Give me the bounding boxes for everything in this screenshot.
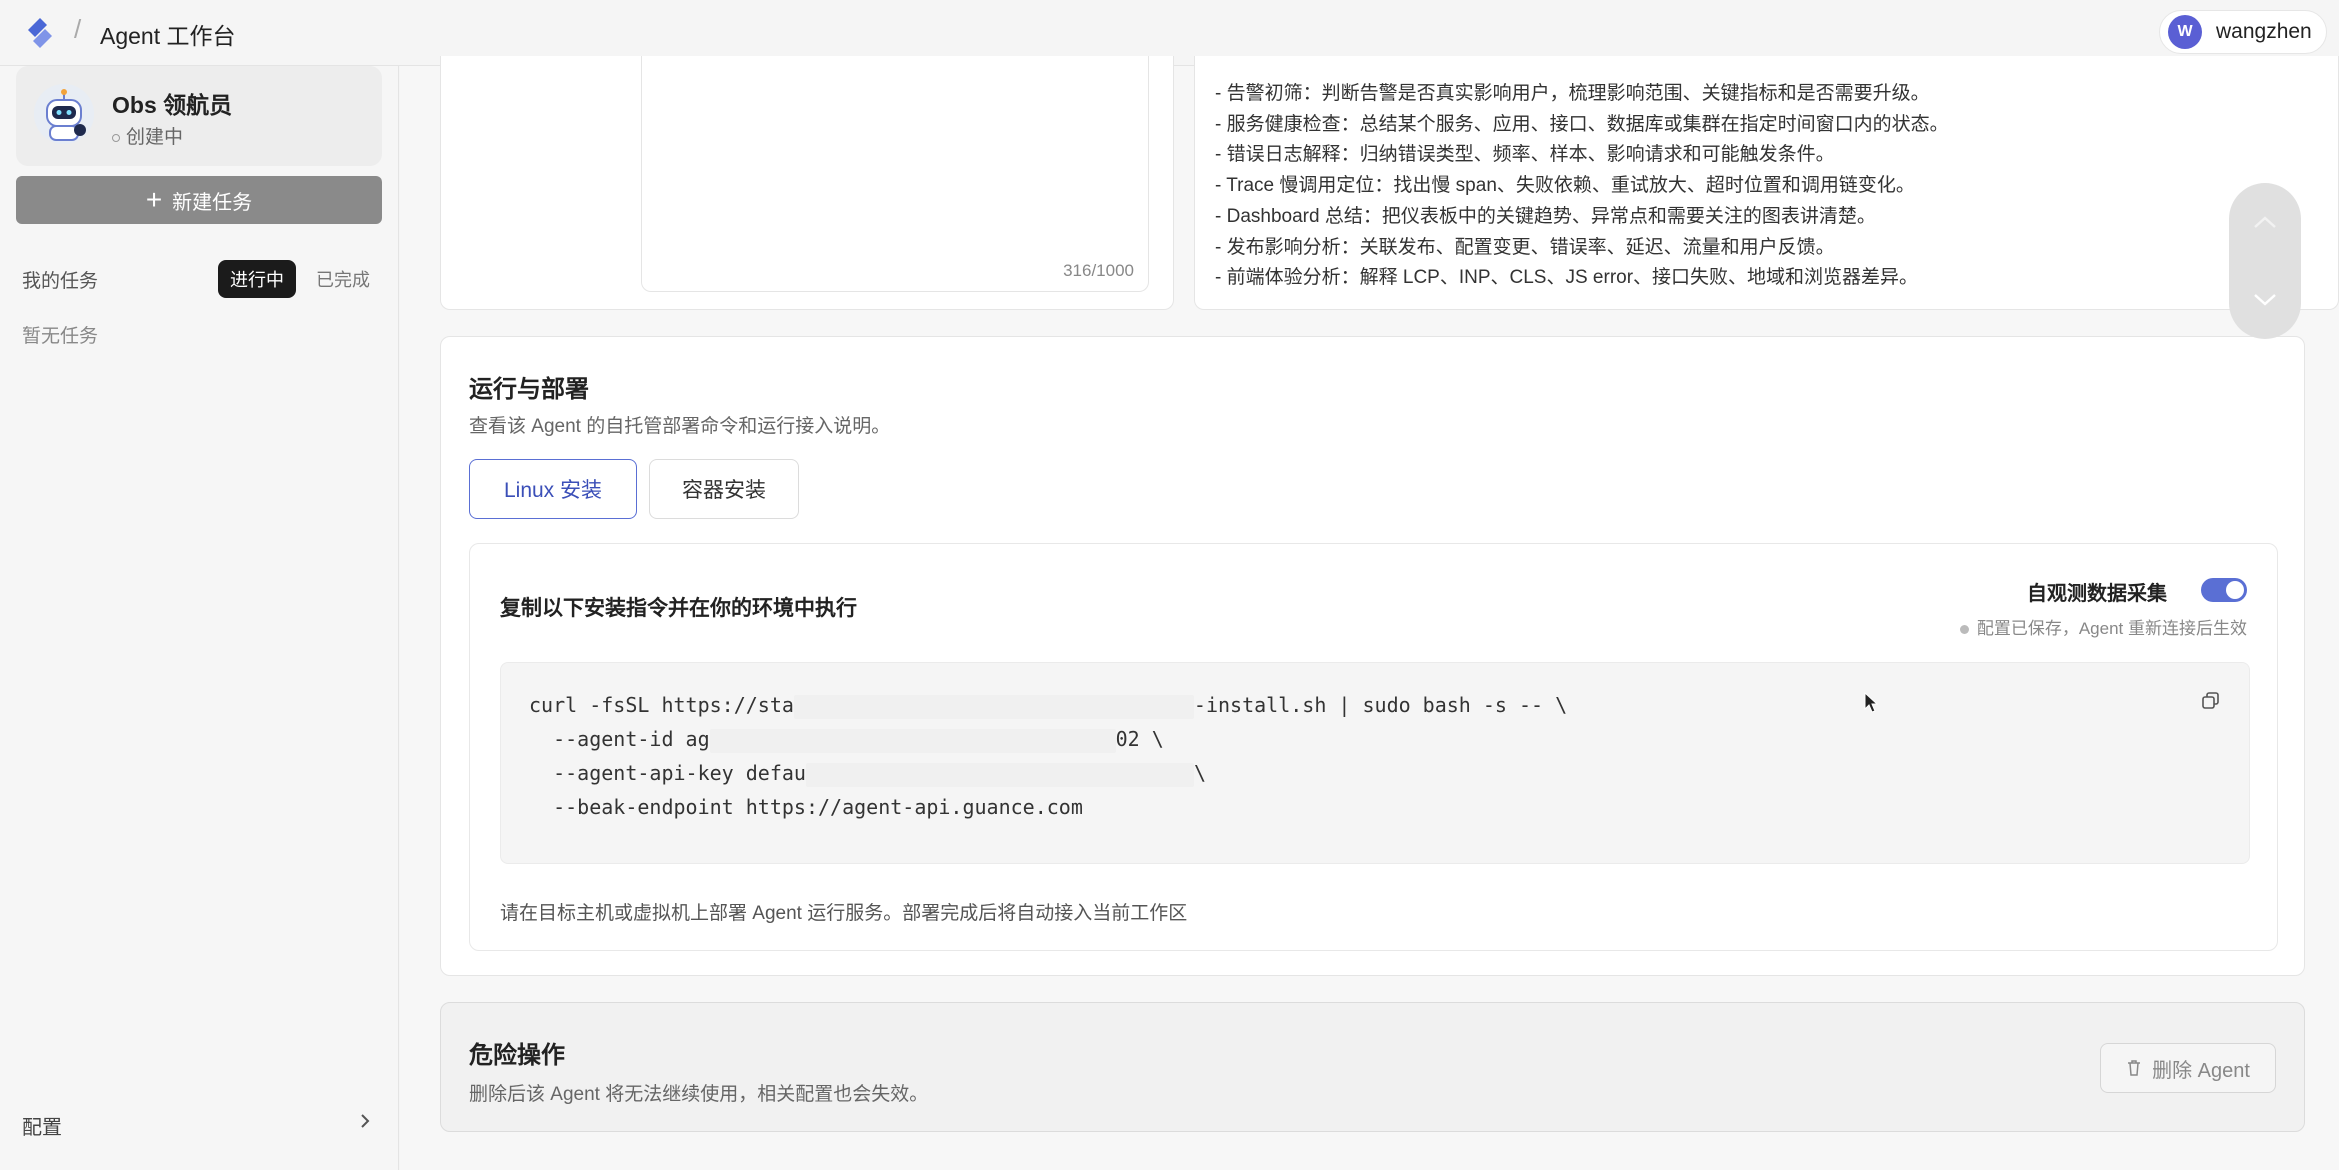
page-title: Agent 工作台 [100,23,236,49]
prompt-textarea[interactable]: 316/1000 [641,56,1149,292]
agent-card[interactable]: Obs 领航员 创建中 [16,66,382,166]
chevron-right-icon [361,1114,370,1128]
scroll-control [2229,183,2301,339]
capabilities-panel: - 告警初筛：判断告警是否真实影响用户，梳理影响范围、关键指标和是否需要升级。 … [1194,56,2339,310]
list-item: - 错误日志解释：归纳错误类型、频率、样本、影响请求和可能触发条件。 [1215,144,1835,166]
avatar: W [2168,15,2202,49]
list-item: - 发布影响分析：关联发布、配置变更、错误率、延迟、流量和用户反馈。 [1215,236,1835,258]
chevron-down-icon [2254,294,2276,306]
config-label: 配置 [22,1117,62,1139]
sidebar: Obs 领航员 创建中 + 新建任务 我的任务 进行中 已完成 暂无任务 配置 [0,66,399,1170]
list-item: - 服务健康检查：总结某个服务、应用、接口、数据库或集群在指定时间窗口内的状态。 [1215,113,1949,135]
tab-container-install[interactable]: 容器安装 [649,459,799,519]
redacted-block [793,694,1194,719]
code-line: --agent-api-key defau \ [529,761,1206,787]
code-text: \ [1193,761,1206,785]
code-text: curl -fsSL https://sta [529,693,794,717]
breadcrumb-separator: / [74,14,82,44]
copy-icon[interactable] [2201,691,2221,711]
section-title: 运行与部署 [469,376,589,403]
code-line: curl -fsSL https://sta -install.sh | sudo… [529,693,1567,719]
tab-linux-install[interactable]: Linux 安装 [469,459,637,519]
chevron-up-icon [2254,216,2276,228]
code-text: 02 \ [1115,727,1164,751]
redacted-block [805,762,1194,787]
toggle-label: 自观测数据采集 [2027,583,2167,605]
robot-avatar-icon [34,84,94,144]
main-content: 316/1000 - 告警初筛：判断告警是否真实影响用户，梳理影响范围、关键指标… [400,56,2339,1170]
code-text: -install.sh | sudo bash -s -- \ [1193,693,1568,717]
status-dot-icon [1959,625,1969,635]
deploy-section: 运行与部署 查看该 Agent 的自托管部署命令和运行接入说明。 Linux 安… [440,336,2305,976]
danger-title: 危险操作 [469,1042,565,1069]
new-task-button[interactable]: + 新建任务 [16,176,382,224]
scroll-down-button[interactable] [2229,261,2301,339]
user-name: wangzhen [2216,20,2312,43]
tab-in-progress[interactable]: 进行中 [218,260,296,298]
code-block[interactable]: curl -fsSL https://sta -install.sh | sudo… [500,662,2250,864]
self-observe-toggle[interactable] [2201,578,2247,602]
list-item: - 前端体验分析：解释 LCP、INP、CLS、JS error、接口失败、地域… [1215,267,1919,289]
my-tasks-label: 我的任务 [22,271,99,292]
code-line: --beak-endpoint https://agent-api.guance… [529,795,1083,819]
delete-agent-button[interactable]: 删除 Agent [2100,1043,2276,1093]
list-item: - 告警初筛：判断告警是否真实影响用户，梳理影响范围、关键指标和是否需要升级。 [1215,83,1930,104]
list-item: - Trace 慢调用定位：找出慢 span、失败依赖、重试放大、超时位置和调用… [1215,175,1915,197]
mouse-cursor-icon [1864,692,1879,713]
capabilities-list: - 告警初筛：判断告警是否真实影响用户，梳理影响范围、关键指标和是否需要升级。 … [1215,79,1949,294]
danger-section: 危险操作 删除后该 Agent 将无法继续使用，相关配置也会失效。 删除 Age… [440,1002,2305,1132]
config-link[interactable]: 配置 [22,1111,372,1140]
list-item: - Dashboard 总结：把仪表板中的关键趋势、异常点和需要关注的图表讲清楚… [1215,205,1876,227]
agent-status: 创建中 [112,122,183,149]
char-count: 316/1000 [1063,261,1134,280]
code-text: --agent-id ag [529,727,710,751]
danger-description: 删除后该 Agent 将无法继续使用，相关配置也会失效。 [469,1084,929,1105]
install-card: 复制以下安装指令并在你的环境中执行 自观测数据采集 配置已保存，Agent 重新… [469,543,2278,951]
saved-hint-text: 配置已保存，Agent 重新连接后生效 [1976,619,2247,638]
install-card-title: 复制以下安装指令并在你的环境中执行 [500,597,857,620]
new-task-label: 新建任务 [172,191,253,214]
delete-agent-label: 删除 Agent [2152,1059,2250,1082]
toggle-knob [2226,581,2244,599]
scroll-up-button[interactable] [2229,183,2301,261]
deploy-footer-note: 请在目标主机或虚拟机上部署 Agent 运行服务。部署完成后将自动接入当前工作区 [500,903,1188,924]
plus-icon: + [145,184,163,215]
status-dot-icon [112,133,120,142]
user-menu[interactable]: W wangzhen [2159,10,2327,54]
redacted-block [709,728,1116,753]
section-description: 查看该 Agent 的自托管部署命令和运行接入说明。 [469,416,891,437]
agent-name: Obs 领航员 [112,92,233,118]
task-tabs: 进行中 已完成 [218,260,382,298]
prompt-input-panel: 316/1000 [440,56,1174,310]
app-logo-icon[interactable] [22,15,58,51]
saved-hint: 配置已保存，Agent 重新连接后生效 [1959,614,2247,639]
trash-icon [2128,1060,2141,1076]
code-line: --agent-id ag 02 \ [529,727,1164,753]
tab-completed[interactable]: 已完成 [304,260,382,298]
code-text: --agent-api-key defau [529,761,806,785]
agent-status-text: 创建中 [126,127,184,148]
empty-task-text: 暂无任务 [22,326,99,347]
